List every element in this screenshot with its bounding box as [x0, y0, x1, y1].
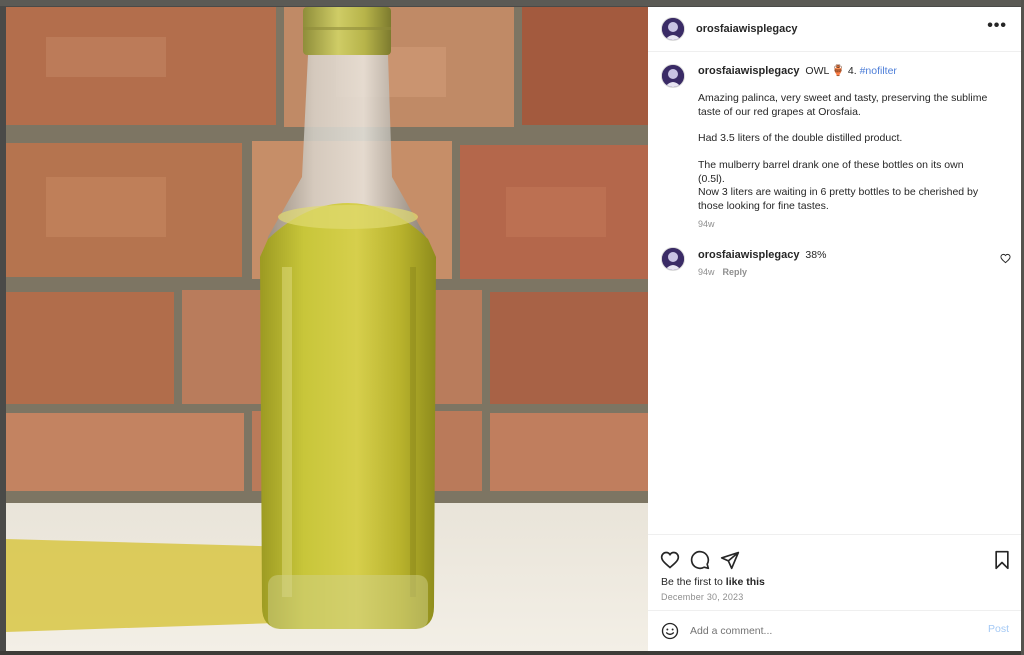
bookmark-icon[interactable]	[992, 550, 1012, 570]
likes-summary: Be the first to like this	[661, 576, 765, 588]
comment-avatar[interactable]	[661, 247, 685, 271]
paper-plane-icon[interactable]	[720, 550, 740, 570]
like-this-link[interactable]: like this	[726, 576, 765, 588]
comment-line: orosfaiawisplegacy 38%	[698, 249, 998, 262]
caption-line: orosfaiawisplegacy OWL 🏺 4. #nofilter	[698, 65, 998, 78]
post-actions: Be the first to like this December 30, 2…	[648, 534, 1021, 611]
caption-hashtag[interactable]: #nofilter	[860, 65, 897, 77]
comment-input[interactable]	[690, 621, 970, 641]
post-side-panel: orosfaiawisplegacy ••• orosfaiawisplegac…	[648, 7, 1021, 651]
comment-time: 94w	[698, 267, 715, 277]
post-comment-button[interactable]: Post	[988, 623, 1009, 635]
caption-number: 4.	[847, 65, 857, 77]
caption-emoji: 🏺	[831, 65, 845, 77]
reply-button[interactable]: Reply	[723, 267, 748, 277]
post-photo	[6, 7, 648, 651]
caption-paragraph-4: Now 3 liters are waiting in 6 pretty bot…	[698, 186, 979, 212]
smiley-icon[interactable]	[661, 622, 679, 640]
caption-time: 94w	[698, 219, 715, 229]
post-header: orosfaiawisplegacy •••	[648, 7, 1021, 52]
speech-bubble-icon[interactable]	[690, 550, 710, 570]
author-avatar[interactable]	[661, 17, 685, 41]
comment-meta: 94w Reply	[698, 267, 747, 277]
header-username[interactable]: orosfaiawisplegacy	[696, 23, 798, 35]
post-date: December 30, 2023	[661, 592, 744, 602]
comment-username[interactable]: orosfaiawisplegacy	[698, 249, 800, 261]
comment-heart-outline-icon[interactable]	[1000, 253, 1011, 264]
comment-text: 38%	[805, 249, 827, 261]
caption-paragraph-2: Had 3.5 liters of the double distilled p…	[698, 132, 903, 144]
likes-prefix: Be the first to	[661, 576, 723, 588]
heart-outline-icon[interactable]	[660, 550, 680, 570]
bottle-photo-illustration	[6, 7, 648, 651]
add-comment-bar: Post	[648, 610, 1021, 652]
caption-paragraph-1: Amazing palinca, very sweet and tasty, p…	[698, 92, 988, 118]
caption-username[interactable]: orosfaiawisplegacy	[698, 65, 800, 77]
caption-avatar[interactable]	[661, 64, 685, 88]
more-horizontal-icon[interactable]: •••	[987, 18, 1007, 34]
backdrop-top	[0, 0, 1024, 6]
caption-title: OWL	[805, 65, 829, 77]
comments-section: orosfaiawisplegacy OWL 🏺 4. #nofilter Am…	[648, 52, 1021, 534]
caption-paragraph-3: The mulberry barrel drank one of these b…	[698, 159, 964, 185]
